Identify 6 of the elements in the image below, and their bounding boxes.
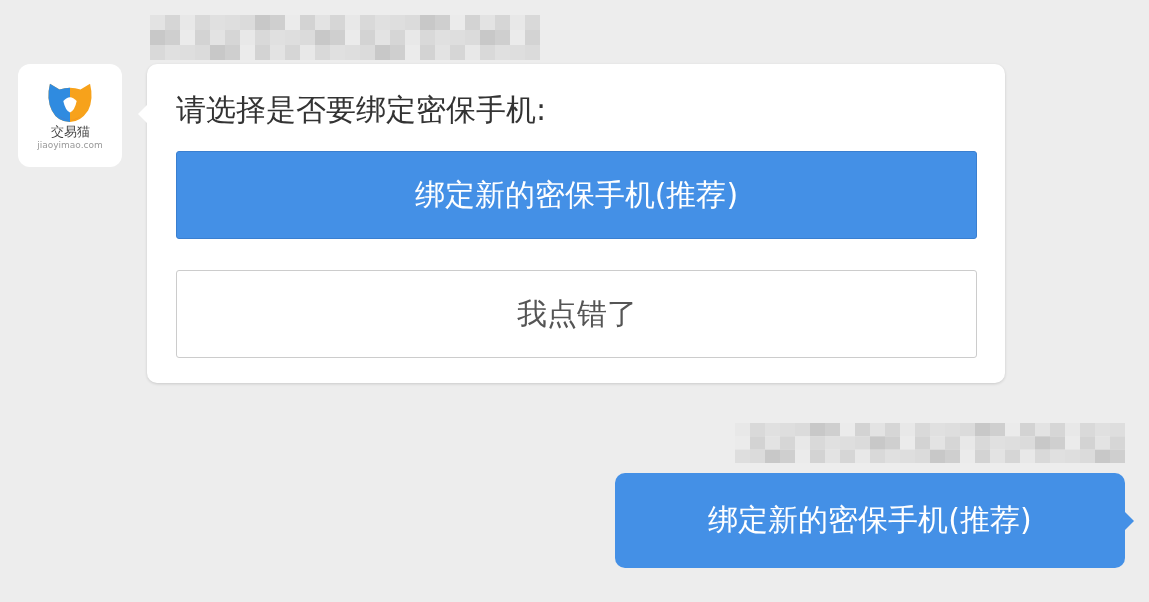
- logo-url: jiaoyimao.com: [37, 140, 103, 151]
- bubble-tail: [1124, 511, 1134, 531]
- sent-message-bubble: 绑定新的密保手机(推荐): [615, 473, 1125, 568]
- option-button[interactable]: 我点错了: [176, 270, 977, 358]
- prompt-text: 请选择是否要绑定密保手机:: [176, 91, 548, 129]
- logo-text: 交易猫: [50, 124, 90, 140]
